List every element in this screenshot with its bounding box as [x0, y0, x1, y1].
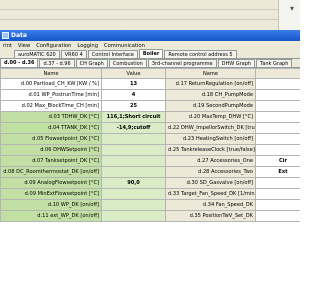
parameter-value-2[interactable]	[255, 199, 300, 211]
table-row[interactable]: d.06 DHWSetpoint [°C] d.25 TankreleaseClo…	[0, 144, 300, 156]
parameter-value-2[interactable]	[255, 177, 300, 189]
parameter-name[interactable]: d.05 Flowsetpoint_DK [°C]	[0, 133, 102, 145]
parameter-name-2[interactable]: d.33 Target_Fan_Speed_DK [1/min]	[165, 188, 256, 200]
device-tab-strip: auroMATIC 620 VR60 4 Control Interface B…	[0, 49, 300, 59]
parameter-value[interactable]	[101, 155, 166, 167]
background-scrollbar[interactable]: ▾	[278, 0, 300, 30]
parameter-name-2[interactable]: d.17 ReturnRegulation [on/off]	[165, 78, 256, 90]
parameter-name-2[interactable]: d.25 TankreleaseClock [true/false]	[165, 144, 256, 156]
parameter-value-2[interactable]: Ext	[255, 166, 300, 178]
parameter-name-2[interactable]: d.27 Accessories_One	[165, 155, 256, 167]
table-row[interactable]: d.07 Tanksetpoint_DK [°C] d.27 Accessorie…	[0, 155, 300, 167]
parameter-value[interactable]	[101, 166, 166, 178]
table-row[interactable]: d.10 WP_DK [on/off] d.34 Fan_Speed_DK	[0, 199, 300, 211]
parameter-value[interactable]: 13	[101, 78, 166, 90]
tab-dhw-graph[interactable]: DHW Graph	[217, 59, 256, 67]
table-row[interactable]: d.08 DC_Roomthermostat_DK [on/off] d.28 A…	[0, 166, 300, 178]
tab-3rd-channel[interactable]: 3rd-channel programme	[147, 59, 217, 67]
tab-combustion[interactable]: Combustion	[108, 59, 147, 67]
parameter-name-2[interactable]: d.19 SecondPumpMode	[165, 100, 256, 112]
table-row[interactable]: d.05 Flowsetpoint_DK [°C] d.23 HeatingSwi…	[0, 133, 300, 145]
parameter-value[interactable]	[101, 188, 166, 200]
window-title: Data	[11, 32, 27, 39]
app-icon	[2, 32, 9, 39]
parameter-value[interactable]: 4	[101, 89, 166, 101]
column-header-value-2[interactable]	[255, 68, 300, 79]
table-row[interactable]: d.09 MinExtFlowsetpoint [°C] d.33 Target_…	[0, 188, 300, 200]
background-window: ▾	[0, 0, 300, 30]
parameter-name-2[interactable]: d.18 CH_PumpMode	[165, 89, 256, 101]
parameter-name[interactable]: d.01 WP_PostrunTime [min]	[0, 89, 102, 101]
background-divider	[0, 19, 278, 20]
table-row[interactable]: d.04 TTANK_DK [°C] -14,9;cutoff d.22 DHW_I…	[0, 122, 300, 134]
parameter-value[interactable]: -14,9;cutoff	[101, 122, 166, 134]
parameter-name-2[interactable]: d.20 MaxTemp_DHW [°C]	[165, 111, 256, 123]
parameter-value-2[interactable]	[255, 133, 300, 145]
parameter-value-2[interactable]	[255, 111, 300, 123]
page-tab-strip: d.00 - d.36 d.37 - d.96 CH Graph Combust…	[0, 58, 300, 68]
menu-item-view[interactable]: View	[15, 43, 33, 49]
parameter-name[interactable]: d.04 TTANK_DK [°C]	[0, 122, 102, 134]
parameter-name-2[interactable]: d.30 SD_Gasvalve [on/off]	[165, 177, 256, 189]
parameter-value[interactable]	[101, 199, 166, 211]
table-row[interactable]: d.01 WP_PostrunTime [min] 4 d.18 CH_PumpMo…	[0, 89, 300, 101]
parameter-value[interactable]	[101, 210, 166, 222]
parameter-value-2[interactable]	[255, 188, 300, 200]
parameter-name[interactable]: d.03 TDHW_DK [°C]	[0, 111, 102, 123]
parameter-name-2[interactable]: d.22 DHW_ImpellorSwitch_DK [true/f	[165, 122, 256, 134]
parameter-value[interactable]	[101, 133, 166, 145]
parameter-name[interactable]: d.00 Partload_CH_KW [KW / %]	[0, 78, 102, 90]
tab-d00-d36[interactable]: d.00 - d.36	[0, 58, 39, 67]
column-header-name-2[interactable]: Name	[165, 68, 256, 79]
tab-vr60[interactable]: VR60 4	[60, 50, 87, 58]
parameter-value-2[interactable]	[255, 210, 300, 222]
tab-control-interface[interactable]: Control Interface	[87, 50, 138, 58]
table-row[interactable]: d.11 ext_WP_DK [on/off] d.35 PositionTwV_…	[0, 210, 300, 222]
parameter-value[interactable]: 116,1;Short circuit	[101, 111, 166, 123]
parameter-value-2[interactable]	[255, 100, 300, 112]
column-header-value[interactable]: Value	[101, 68, 166, 79]
tab-remote-control[interactable]: Remote control address 5	[164, 50, 237, 58]
table-row[interactable]: d.02 Max_BlockTime_CH [min] 25 d.19 Second…	[0, 100, 300, 112]
menu-item-communication[interactable]: Communication	[101, 43, 148, 49]
tab-auromatic-620[interactable]: auroMATIC 620	[14, 50, 60, 58]
scroll-down-arrow-icon[interactable]: ▾	[290, 4, 294, 13]
parameter-name[interactable]: d.10 WP_DK [on/off]	[0, 199, 102, 211]
parameter-name[interactable]: d.02 Max_BlockTime_CH [min]	[0, 100, 102, 112]
parameter-value-2[interactable]	[255, 89, 300, 101]
parameter-value[interactable]: 25	[101, 100, 166, 112]
background-divider	[0, 9, 278, 10]
parameter-name-2[interactable]: d.28 Accessories_Two	[165, 166, 256, 178]
parameter-value-2[interactable]	[255, 78, 300, 90]
parameter-name[interactable]: d.11 ext_WP_DK [on/off]	[0, 210, 102, 222]
tab-tank-graph[interactable]: Tank Graph	[256, 59, 293, 67]
menu-item-print[interactable]: rint	[0, 43, 15, 49]
tab-ch-graph[interactable]: CH Graph	[75, 59, 108, 67]
parameter-name[interactable]: d.09 MinExtFlowsetpoint [°C]	[0, 188, 102, 200]
parameter-value-2[interactable]	[255, 144, 300, 156]
table-row[interactable]: d.00 Partload_CH_KW [KW / %] 13 d.17 Retur…	[0, 78, 300, 90]
parameter-value-2[interactable]: Cir	[255, 155, 300, 167]
parameter-name-2[interactable]: d.34 Fan_Speed_DK	[165, 199, 256, 211]
parameter-name[interactable]: d.08 DC_Roomthermostat_DK [on/off]	[0, 166, 102, 178]
tab-boiler[interactable]: Boiler	[138, 49, 164, 58]
tab-d37-d96[interactable]: d.37 - d.96	[39, 59, 75, 67]
parameter-table: Name Value Name d.00 Partload_CH_KW [KW …	[0, 68, 300, 222]
parameter-name[interactable]: d.09 AnalogFlowsetpoint [°C]	[0, 177, 102, 189]
parameter-value-2[interactable]	[255, 122, 300, 134]
table-row[interactable]: d.03 TDHW_DK [°C] 116,1;Short circuit d.20…	[0, 111, 300, 123]
table-row[interactable]: d.09 AnalogFlowsetpoint [°C] 90,0 d.30 SD_…	[0, 177, 300, 189]
parameter-value[interactable]: 90,0	[101, 177, 166, 189]
parameter-name[interactable]: d.06 DHWSetpoint [°C]	[0, 144, 102, 156]
data-grid: Name Value Name d.00 Partload_CH_KW [KW …	[0, 68, 300, 300]
menu-item-logging[interactable]: Logging	[74, 43, 101, 49]
parameter-value[interactable]	[101, 144, 166, 156]
parameter-name-2[interactable]: d.35 PositionTwV_Set_DK	[165, 210, 256, 222]
parameter-name[interactable]: d.07 Tanksetpoint_DK [°C]	[0, 155, 102, 167]
parameter-name-2[interactable]: d.23 HeatingSwitch [on/off]	[165, 133, 256, 145]
table-header-row: Name Value Name	[0, 68, 300, 79]
window-titlebar[interactable]: Data	[0, 30, 300, 41]
column-header-name[interactable]: Name	[0, 68, 102, 79]
menu-item-configuration[interactable]: Configuration	[33, 43, 74, 49]
